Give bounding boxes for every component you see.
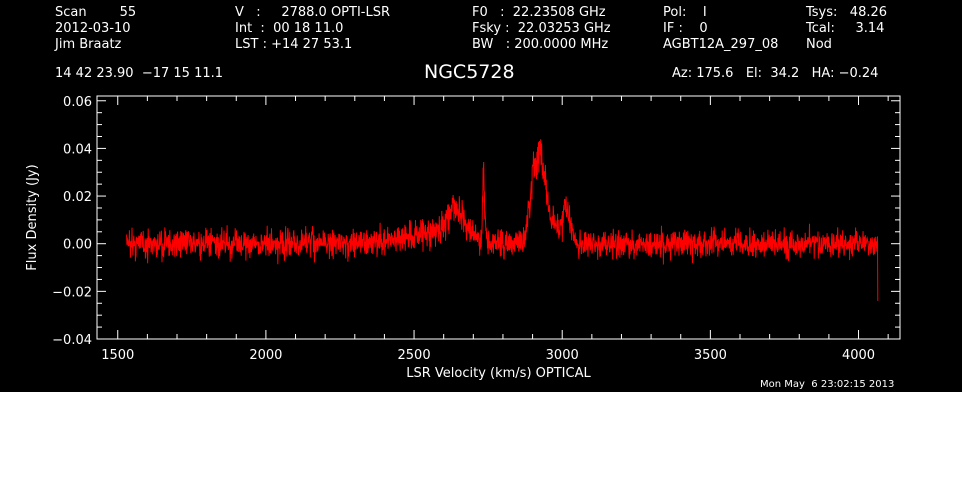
- y-tick-label: 0.00: [63, 238, 92, 253]
- spectrum-chart: 1500 2000 2500 3000 3500 4000 −0.04 −0.02 0.00 0.…: [25, 95, 901, 381]
- x-tick-label: 3000: [546, 348, 579, 363]
- x-axis-label: LSR Velocity (km/s) OPTICAL: [406, 366, 591, 381]
- spectrum-line: [126, 139, 879, 301]
- y-tick-label: 0.04: [63, 142, 92, 157]
- x-tick-label: 4000: [842, 348, 875, 363]
- x-tick-label: 1500: [101, 348, 134, 363]
- y-tick-label: −0.04: [52, 333, 92, 348]
- x-tick-label: 3500: [694, 348, 727, 363]
- x-tick-label: 2500: [398, 348, 431, 363]
- y-axis-label: Flux Density (Jy): [25, 164, 40, 270]
- plot-frame: [96, 95, 901, 340]
- y-tick-label: −0.02: [52, 285, 92, 300]
- x-tick-label: 2000: [249, 348, 282, 363]
- y-tick-label: 0.06: [63, 95, 92, 110]
- y-tick-label: 0.02: [63, 190, 92, 205]
- spectrum-series: [126, 139, 879, 301]
- plot-window: Scan 55 2012-03-10 Jim Braatz V : 2788.0…: [0, 0, 962, 392]
